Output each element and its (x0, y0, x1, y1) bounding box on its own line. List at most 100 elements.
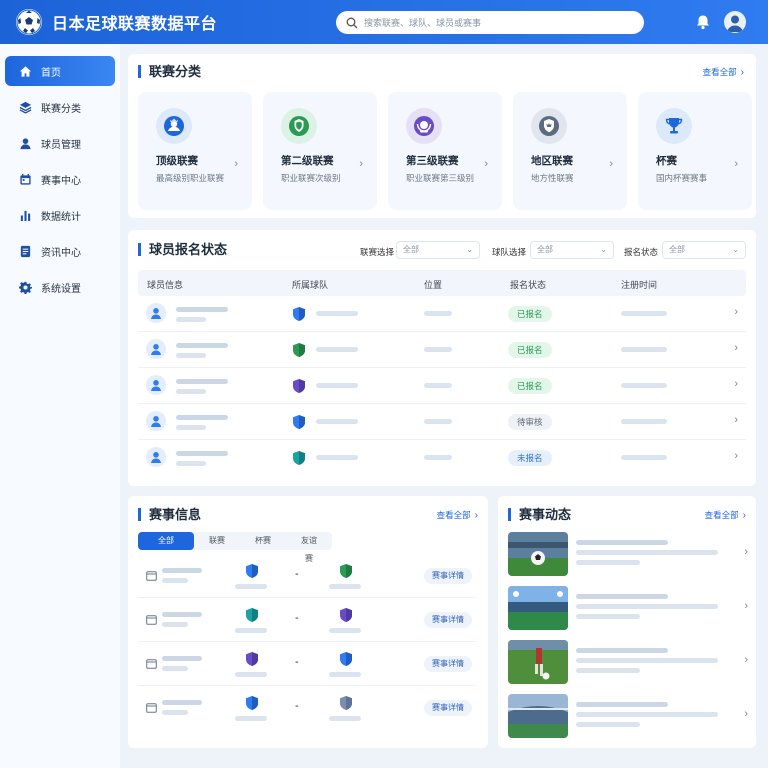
vs-separator: - (295, 568, 299, 580)
news-thumbnail (508, 640, 568, 684)
team-select[interactable]: 全部 ⌄ (530, 241, 614, 259)
news-thumbnail (508, 532, 568, 576)
team-shield-icon (246, 652, 258, 666)
match-detail-button[interactable]: 赛事详情 (424, 700, 472, 716)
league-name: 杯赛 (656, 155, 677, 167)
chevron-right-icon[interactable]: › (734, 450, 738, 462)
chevron-right-icon: › (734, 158, 738, 170)
league-tile-top[interactable]: 顶级联赛 最高级别职业联赛 › (138, 92, 252, 210)
league-tile-cup[interactable]: 杯赛 国内杯赛赛事 › (638, 92, 752, 210)
app-title: 日本足球联赛数据平台 (52, 16, 218, 33)
table-row[interactable]: 已报名 › (138, 368, 746, 404)
shield-badge-icon (531, 108, 567, 144)
user-avatar[interactable] (724, 11, 746, 33)
sidebar-item-label: 数据统计 (41, 211, 81, 223)
chevron-right-icon[interactable]: › (744, 600, 748, 612)
news-item[interactable]: › (508, 532, 748, 578)
match-row[interactable]: - 赛事详情 (138, 686, 476, 730)
sidebar-item-leagues[interactable]: 联赛分类 (5, 92, 115, 122)
calendar-icon (146, 659, 157, 669)
league-tile-third[interactable]: 第三级联赛 职业联赛第三级别 › (388, 92, 502, 210)
news-item[interactable]: › (508, 640, 748, 686)
match-detail-button[interactable]: 赛事详情 (424, 568, 472, 584)
league-select[interactable]: 全部 ⌄ (396, 241, 480, 259)
player-registration-card: 球员报名状态 联赛选择 全部 ⌄ 球队选择 全部 ⌄ 报名状态 全部 ⌄ 球员信息 所… (128, 230, 756, 486)
league-tile-second[interactable]: 第二级联赛 职业联赛次级别 › (263, 92, 377, 210)
tab-friendly[interactable]: 友谊赛 (286, 532, 332, 563)
bell-icon[interactable] (694, 13, 712, 31)
layers-icon (19, 101, 32, 114)
match-row[interactable]: - 赛事详情 (138, 554, 476, 598)
match-row[interactable]: - 赛事详情 (138, 598, 476, 642)
league-description: 职业联赛第三级别 (406, 173, 475, 183)
sidebar-item-settings[interactable]: 系统设置 (5, 272, 115, 302)
section-title: 球员报名状态 (138, 243, 227, 256)
chevron-right-icon[interactable]: › (744, 546, 748, 558)
tab-league[interactable]: 联赛 (194, 532, 240, 550)
sidebar: 首页 联赛分类 球员管理 赛事中心 数据统计 资讯中心 系统设置 (0, 44, 120, 768)
vs-separator: - (295, 612, 299, 624)
table-header: 球员信息 所属球队 位置 报名状态 注册时间 (138, 270, 746, 296)
table-row[interactable]: 已报名 › (138, 332, 746, 368)
chevron-right-icon: › (359, 158, 363, 170)
sidebar-item-statistics[interactable]: 数据统计 (5, 200, 115, 230)
sidebar-item-label: 资讯中心 (41, 247, 81, 259)
status-badge: 已报名 (508, 306, 552, 322)
match-detail-button[interactable]: 赛事详情 (424, 612, 472, 628)
chevron-right-icon[interactable]: › (734, 414, 738, 426)
sidebar-item-news[interactable]: 资讯中心 (5, 236, 115, 266)
match-row[interactable]: - 赛事详情 (138, 642, 476, 686)
chevron-right-icon[interactable]: › (744, 708, 748, 720)
soccer-ball-logo-icon[interactable] (16, 9, 42, 35)
search-bar[interactable] (336, 11, 644, 34)
trophy-icon (656, 108, 692, 144)
team-shield-icon (293, 451, 305, 465)
news-item[interactable]: › (508, 586, 748, 632)
sidebar-item-home[interactable]: 首页 (5, 56, 115, 86)
league-description: 最高级别职业联赛 (156, 173, 225, 183)
match-detail-button[interactable]: 赛事详情 (424, 656, 472, 672)
team-shield-icon (246, 696, 258, 710)
view-all-link[interactable]: 查看全部 › (703, 66, 744, 78)
status-select[interactable]: 全部 ⌄ (662, 241, 746, 259)
team-shield-icon (246, 564, 258, 578)
search-icon (346, 17, 358, 28)
chevron-right-icon: › (609, 158, 613, 170)
league-tile-regional[interactable]: 地区联赛 地方性联赛 › (513, 92, 627, 210)
chevron-right-icon: › (740, 66, 744, 78)
league-description: 国内杯赛赛事 (656, 173, 708, 183)
home-icon (19, 65, 32, 77)
vs-separator: - (295, 656, 299, 668)
tab-cup[interactable]: 杯赛 (240, 532, 286, 550)
chevron-down-icon: ⌄ (466, 245, 473, 254)
table-row[interactable]: 待审核 › (138, 404, 746, 440)
column-header: 所属球队 (292, 280, 329, 290)
table-row[interactable]: 已报名 › (138, 296, 746, 332)
user-icon (146, 339, 166, 359)
view-all-link[interactable]: 查看全部 › (437, 509, 478, 521)
tab-all[interactable]: 全部 (138, 532, 194, 550)
chevron-right-icon: › (234, 158, 238, 170)
chevron-right-icon[interactable]: › (734, 306, 738, 318)
chevron-right-icon: › (474, 509, 478, 521)
league-name: 顶级联赛 (156, 155, 198, 167)
chevron-right-icon[interactable]: › (734, 342, 738, 354)
sidebar-item-matches[interactable]: 赛事中心 (5, 164, 115, 194)
league-description: 地方性联赛 (531, 173, 574, 183)
league-name: 第二级联赛 (281, 155, 334, 167)
sidebar-item-label: 赛事中心 (41, 175, 81, 187)
chevron-right-icon[interactable]: › (744, 654, 748, 666)
chevron-right-icon[interactable]: › (734, 378, 738, 390)
filter-label-team: 球队选择 (492, 247, 527, 257)
status-badge: 待审核 (508, 414, 552, 430)
status-badge: 未报名 (508, 450, 552, 466)
status-badge: 已报名 (508, 342, 552, 358)
team-shield-icon (340, 652, 352, 666)
search-input[interactable] (364, 17, 624, 28)
wreath-badge-icon (406, 108, 442, 144)
news-thumbnail (508, 586, 568, 630)
view-all-link[interactable]: 查看全部 › (705, 509, 746, 521)
table-row[interactable]: 未报名 › (138, 440, 746, 476)
sidebar-item-players[interactable]: 球员管理 (5, 128, 115, 158)
news-item[interactable]: › (508, 694, 748, 740)
